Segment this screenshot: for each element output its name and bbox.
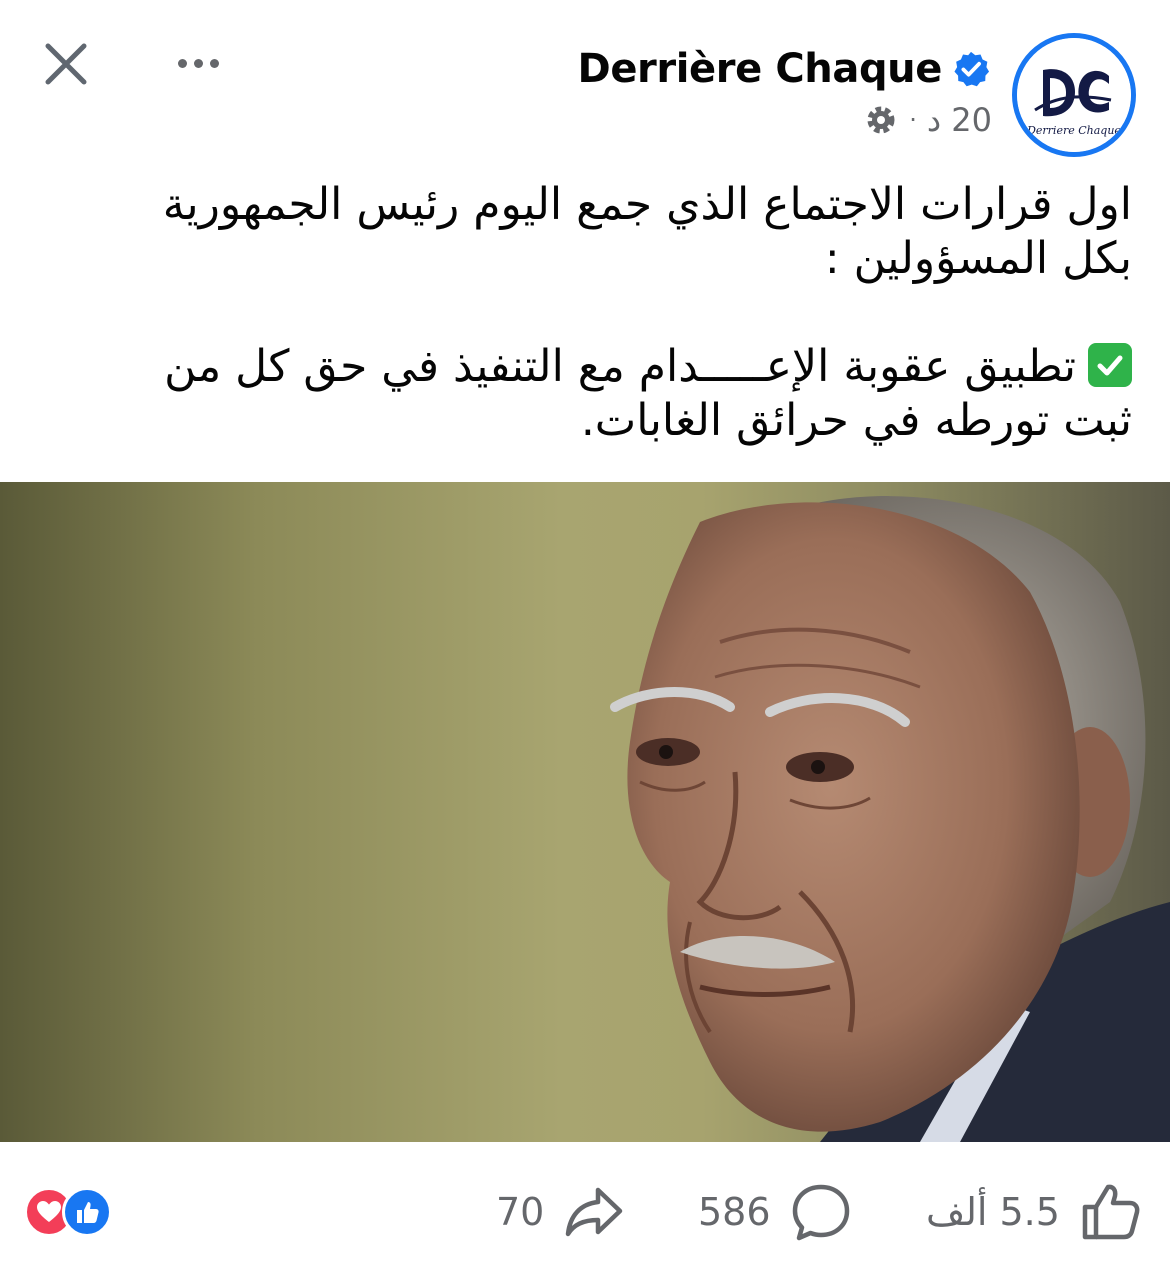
close-button[interactable] bbox=[38, 36, 94, 92]
avatar-logo: Derriere Chaque bbox=[1017, 38, 1131, 152]
like-reaction-icon bbox=[62, 1187, 112, 1237]
comment-icon bbox=[792, 1184, 849, 1241]
like-button[interactable]: ألف 5.5 bbox=[926, 1182, 1142, 1242]
post-photo[interactable] bbox=[0, 482, 1170, 1142]
author-name[interactable]: Derrière Chaque bbox=[578, 46, 943, 92]
more-dot bbox=[209, 58, 219, 68]
post-text: اول قرارات الاجتماع الذي جمع اليوم رئيس … bbox=[92, 178, 1132, 448]
post-viewer: Derriere Chaque Derrière Chaque · 20 د ا… bbox=[0, 0, 1170, 1278]
post-timestamp[interactable]: 20 د bbox=[927, 101, 992, 139]
public-gear-icon[interactable] bbox=[863, 102, 899, 138]
page-avatar[interactable]: Derriere Chaque bbox=[1012, 33, 1136, 157]
comments-count: 586 bbox=[698, 1190, 771, 1234]
author-row: Derrière Chaque bbox=[578, 42, 990, 96]
more-dot bbox=[193, 58, 203, 68]
reactions-summary[interactable] bbox=[24, 1186, 112, 1238]
share-button[interactable]: 70 bbox=[496, 1182, 624, 1242]
avatar-caption: Derriere Chaque bbox=[1026, 124, 1121, 137]
green-checkmark-icon bbox=[1088, 343, 1132, 387]
share-icon bbox=[566, 1187, 623, 1237]
verified-badge-icon bbox=[954, 51, 990, 87]
meta-separator: · bbox=[909, 106, 917, 134]
post-footer: 70 586 ألف 5.5 bbox=[0, 1142, 1170, 1278]
likes-count: 5.5 bbox=[999, 1190, 1060, 1234]
thumbs-up-icon bbox=[1082, 1184, 1140, 1240]
post-paragraph-1: اول قرارات الاجتماع الذي جمع اليوم رئيس … bbox=[162, 179, 1132, 284]
post-paragraph-2-wrapper: تطبيق عقوبة الإعـــــدام مع التنفيذ في ح… bbox=[92, 340, 1132, 448]
shares-count: 70 bbox=[496, 1190, 545, 1234]
likes-unit: ألف bbox=[926, 1190, 988, 1234]
more-options-icon bbox=[177, 58, 187, 68]
comment-button[interactable]: 586 bbox=[698, 1182, 851, 1242]
post-paragraph-2: تطبيق عقوبة الإعـــــدام مع التنفيذ في ح… bbox=[164, 341, 1132, 446]
close-icon bbox=[45, 43, 87, 85]
portrait-image bbox=[610, 496, 1170, 1142]
post-meta: · 20 د bbox=[863, 98, 992, 142]
more-options-button[interactable] bbox=[168, 40, 228, 86]
